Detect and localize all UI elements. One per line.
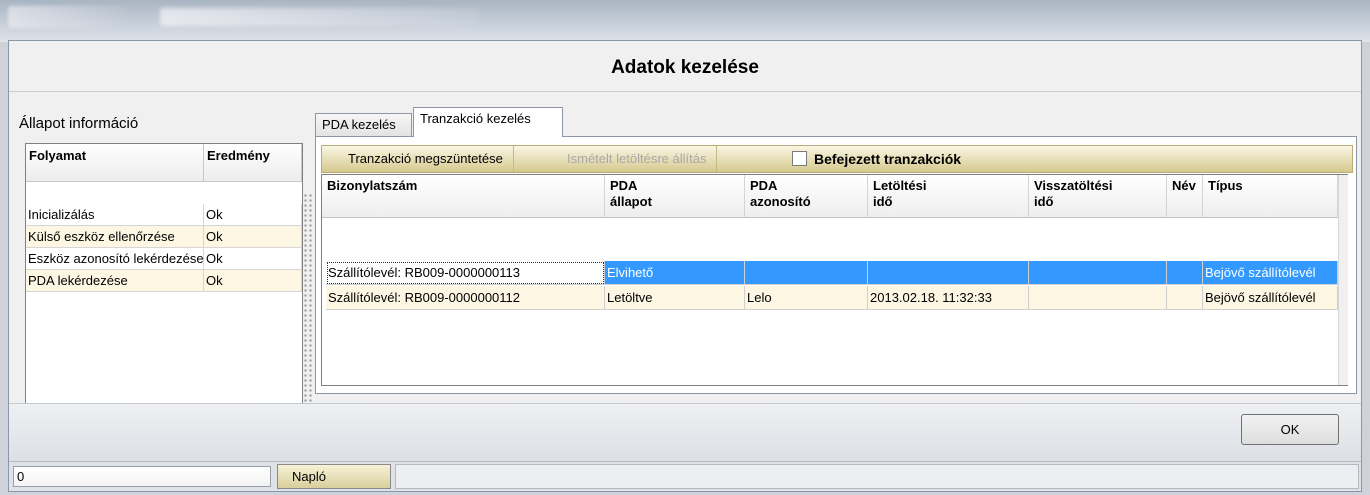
cell-letoltesi-ido: 2013.02.18. 11:32:33 xyxy=(868,286,1029,310)
state-row[interactable]: Eszköz azonosító lekérdezése Ok xyxy=(26,248,302,270)
dialog-title: Adatok kezelése xyxy=(611,57,759,78)
title-separator xyxy=(9,91,1361,92)
col-header-nev[interactable]: Név xyxy=(1167,175,1203,218)
cell-pda-azonosito: Lelo xyxy=(745,286,868,310)
cell-letoltesi-ido xyxy=(868,261,1029,285)
cell-tipus: Bejövő szállítólevél xyxy=(1203,286,1338,310)
grid-vertical-scrollbar[interactable] xyxy=(1338,175,1348,385)
dialog-window: Adatok kezelése Állapot információ Folya… xyxy=(8,40,1362,492)
state-result: Ok xyxy=(204,270,302,291)
col-header-pda-azonosito[interactable]: PDA azonosító xyxy=(745,175,868,218)
state-result: Ok xyxy=(204,248,302,269)
window-titlebar[interactable] xyxy=(0,0,1370,42)
table-row[interactable]: Szállítólevél: RB009-0000000113 Elvihető… xyxy=(322,261,1338,285)
cell-pda-azonosito xyxy=(745,261,868,285)
transaction-grid[interactable]: Bizonylatszám PDA állapot PDA azonosító … xyxy=(321,174,1348,386)
state-result: Ok xyxy=(204,226,302,247)
cell-tipus: Bejövő szállítólevél xyxy=(1203,261,1338,285)
state-process: Külső eszköz ellenőrzése xyxy=(26,226,204,247)
cancel-transaction-button[interactable]: Tranzakció megszüntetése xyxy=(338,146,514,172)
ok-button[interactable]: OK xyxy=(1241,414,1339,445)
transaction-toolbar: Tranzakció megszüntetése Ismételt letölt… xyxy=(321,145,1353,173)
cell-nev xyxy=(1167,286,1203,310)
cell-nev xyxy=(1167,261,1203,285)
cell-bizonylatszam: Szállítólevél: RB009-0000000112 xyxy=(326,286,605,310)
cell-bizonylatszam: Szállítólevél: RB009-0000000113 xyxy=(326,261,605,285)
progress-value-box: 0 xyxy=(13,466,271,487)
tab-tranzakcio-kezeles[interactable]: Tranzakció kezelés xyxy=(413,107,563,137)
col-header-bizonylatszam[interactable]: Bizonylatszám xyxy=(322,175,605,218)
state-info-grid[interactable]: Folyamat Eredmény Inicializálás Ok Külső… xyxy=(25,143,303,447)
state-process: Eszköz azonosító lekérdezése xyxy=(26,248,204,269)
state-row[interactable]: PDA lekérdezése Ok xyxy=(26,270,302,292)
cell-pda-allapot: Letöltve xyxy=(605,286,745,310)
log-button[interactable]: Napló xyxy=(277,464,391,489)
status-message-area xyxy=(395,464,1359,489)
state-process: PDA lekérdezése xyxy=(26,270,204,291)
col-header-visszatoltesi-ido[interactable]: Visszatöltési idő xyxy=(1029,175,1167,218)
col-header-folyamat[interactable]: Folyamat xyxy=(26,144,204,182)
titlebar-blurred-tab xyxy=(8,6,128,28)
state-process: Inicializálás xyxy=(26,204,204,225)
state-result: Ok xyxy=(204,204,302,225)
table-row[interactable]: Szállítólevél: RB009-0000000112 Letöltve… xyxy=(322,286,1338,310)
col-header-tipus[interactable]: Típus xyxy=(1203,175,1338,218)
cell-visszatoltesi-ido xyxy=(1029,286,1167,310)
cell-visszatoltesi-ido xyxy=(1029,261,1167,285)
titlebar-blurred-title xyxy=(160,8,480,26)
finished-transactions-label[interactable]: Befejezett tranzakciók xyxy=(814,146,961,172)
col-header-eredmeny[interactable]: Eredmény xyxy=(204,144,302,182)
cell-pda-allapot: Elvihető xyxy=(605,261,745,285)
set-redownload-button[interactable]: Ismételt letöltésre állítás xyxy=(557,146,718,172)
dialog-button-area xyxy=(9,403,1361,463)
state-row[interactable]: Inicializálás Ok xyxy=(26,204,302,226)
state-row[interactable]: Külső eszköz ellenőrzése Ok xyxy=(26,226,302,248)
tab-pda-kezeles[interactable]: PDA kezelés xyxy=(315,113,412,137)
panel-splitter-handle[interactable] xyxy=(303,193,313,413)
col-header-pda-allapot[interactable]: PDA állapot xyxy=(605,175,745,218)
state-info-label: Állapot információ xyxy=(19,115,139,132)
finished-transactions-checkbox[interactable] xyxy=(792,151,807,166)
col-header-letoltesi-ido[interactable]: Letöltési idő xyxy=(868,175,1029,218)
